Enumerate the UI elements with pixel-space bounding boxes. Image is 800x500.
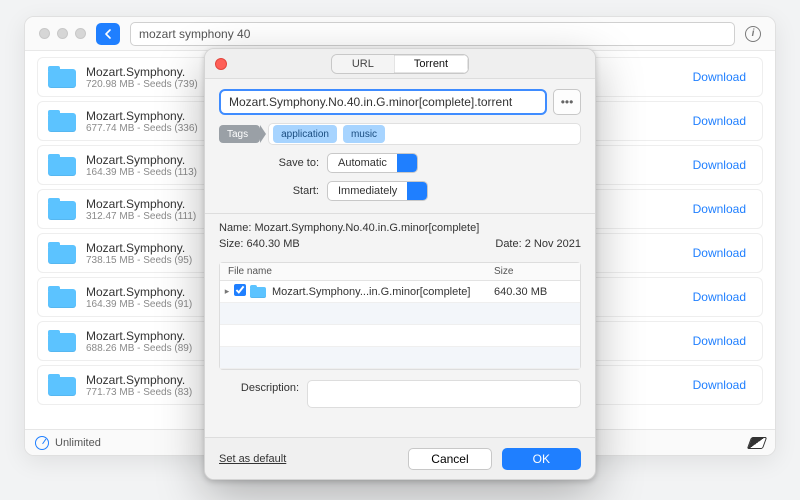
back-button[interactable] <box>96 23 120 45</box>
torrent-metadata: Name: Mozart.Symphony.No.40.in.G.minor[c… <box>219 222 581 254</box>
tags-label-chip: Tags <box>219 125 260 143</box>
folder-icon <box>48 154 76 176</box>
description-label: Description: <box>219 380 307 408</box>
folder-icon <box>48 198 76 220</box>
save-to-select[interactable]: Automatic <box>327 153 418 173</box>
name-value: Mozart.Symphony.No.40.in.G.minor[complet… <box>254 222 479 234</box>
folder-icon <box>48 330 76 352</box>
date-label: Date: <box>495 238 521 250</box>
search-query-text: mozart symphony 40 <box>139 27 250 41</box>
start-value: Immediately <box>328 185 407 197</box>
folder-icon <box>48 286 76 308</box>
download-link[interactable]: Download <box>687 156 752 174</box>
chevron-updown-icon <box>397 154 417 172</box>
close-icon[interactable] <box>215 58 227 70</box>
column-file-name[interactable]: File name <box>220 266 494 277</box>
disclosure-triangle-icon[interactable]: ▸ <box>220 286 234 297</box>
save-to-value: Automatic <box>328 157 397 169</box>
folder-icon <box>48 66 76 88</box>
close-window-icon[interactable] <box>39 28 50 39</box>
info-icon[interactable]: i <box>745 26 761 42</box>
folder-icon <box>48 110 76 132</box>
ok-button[interactable]: OK <box>502 448 581 470</box>
ellipsis-icon: ••• <box>561 95 574 109</box>
file-row[interactable]: ▸ Mozart.Symphony...in.G.minor[complete]… <box>220 281 580 303</box>
cancel-button[interactable]: Cancel <box>408 448 491 470</box>
tag-application[interactable]: application <box>273 125 337 143</box>
file-size: 640.30 MB <box>494 286 580 298</box>
size-value: 640.30 MB <box>247 238 300 250</box>
table-row <box>220 325 580 347</box>
torrent-path-value: Mozart.Symphony.No.40.in.G.minor[complet… <box>229 95 512 109</box>
file-list-table: File name Size ▸ Mozart.Symphony...in.G.… <box>219 262 581 370</box>
source-tabs: URL Torrent <box>331 54 469 74</box>
chevron-left-icon <box>103 29 113 39</box>
download-link[interactable]: Download <box>687 376 752 394</box>
folder-icon <box>48 242 76 264</box>
torrent-path-input[interactable]: Mozart.Symphony.No.40.in.G.minor[complet… <box>219 89 547 115</box>
clear-icon[interactable] <box>747 437 767 449</box>
start-label: Start: <box>219 185 327 197</box>
save-to-label: Save to: <box>219 157 327 169</box>
set-as-default-link[interactable]: Set as default <box>219 453 286 465</box>
table-row <box>220 347 580 369</box>
table-row <box>220 303 580 325</box>
description-input[interactable] <box>307 380 581 408</box>
download-link[interactable]: Download <box>687 68 752 86</box>
minimize-window-icon[interactable] <box>57 28 68 39</box>
start-select[interactable]: Immediately <box>327 181 428 201</box>
add-task-sheet: URL Torrent Mozart.Symphony.No.40.in.G.m… <box>204 48 596 480</box>
download-link[interactable]: Download <box>687 288 752 306</box>
download-link[interactable]: Download <box>687 200 752 218</box>
zoom-window-icon[interactable] <box>75 28 86 39</box>
chevron-updown-icon <box>407 182 427 200</box>
search-input[interactable]: mozart symphony 40 <box>130 22 735 46</box>
sheet-footer: Set as default Cancel OK <box>205 437 595 479</box>
traffic-lights <box>33 28 86 39</box>
tab-url[interactable]: URL <box>332 55 394 73</box>
file-checkbox[interactable] <box>234 284 246 296</box>
speed-gauge-icon[interactable] <box>35 436 49 450</box>
speed-label: Unlimited <box>55 437 101 449</box>
file-name: Mozart.Symphony...in.G.minor[complete] <box>266 286 494 298</box>
browse-button[interactable]: ••• <box>553 89 581 115</box>
download-link[interactable]: Download <box>687 112 752 130</box>
tab-torrent[interactable]: Torrent <box>394 55 468 73</box>
sheet-titlebar: URL Torrent <box>205 49 595 79</box>
tag-music[interactable]: music <box>343 125 385 143</box>
folder-icon <box>250 285 266 298</box>
download-link[interactable]: Download <box>687 332 752 350</box>
date-value: 2 Nov 2021 <box>525 238 581 250</box>
titlebar: mozart symphony 40 i <box>25 17 775 51</box>
tags-field[interactable]: application music <box>268 123 581 145</box>
download-link[interactable]: Download <box>687 244 752 262</box>
column-size[interactable]: Size <box>494 266 580 277</box>
size-label: Size: <box>219 238 243 250</box>
folder-icon <box>48 374 76 396</box>
name-label: Name: <box>219 222 251 234</box>
